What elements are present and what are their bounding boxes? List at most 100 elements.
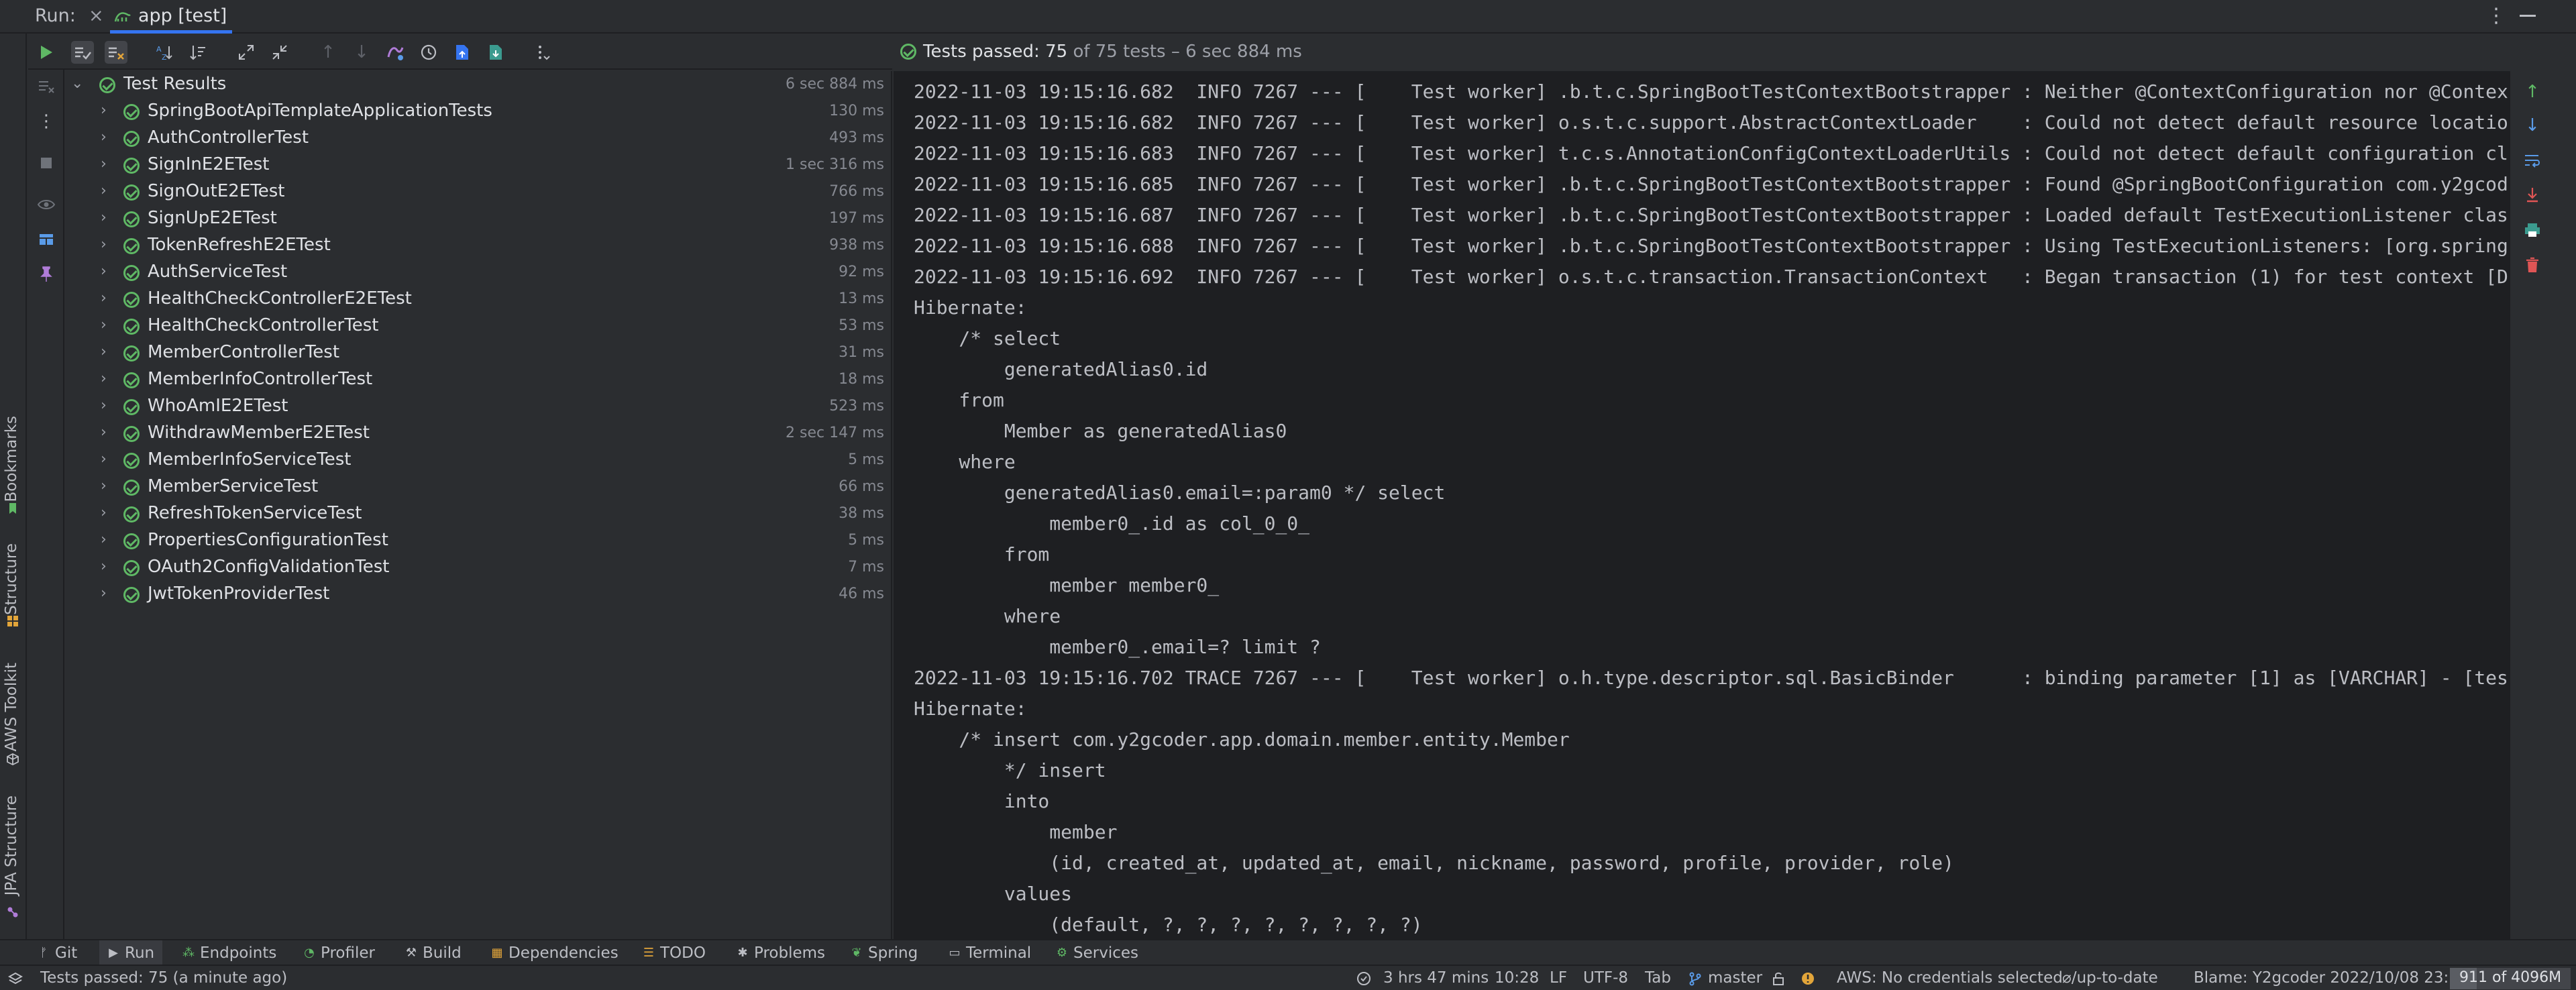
expand-all-button[interactable] — [235, 41, 258, 64]
test-class-row[interactable]: › AuthControllerTest 493 ms — [64, 125, 892, 152]
git-blame[interactable]: Blame: Y2gcoder 2022/10/08 23:51 — [2194, 969, 2469, 987]
test-class-row[interactable]: › SignOutE2ETest 766 ms — [64, 178, 892, 205]
caret-position[interactable]: 10:28 — [1495, 969, 1539, 987]
structure-tool-label[interactable]: Structure — [3, 543, 20, 615]
aws-credentials[interactable]: AWS: No credentials selected — [1837, 969, 2063, 987]
tab-endpoints[interactable]: ⁂ Endpoints — [182, 940, 276, 966]
chevron-down-icon[interactable]: ⌄ — [71, 75, 83, 92]
tab-profiler[interactable]: ◔ Profiler — [303, 940, 375, 966]
layout-button[interactable] — [36, 229, 56, 250]
git-branch[interactable]: master — [1708, 969, 1762, 987]
next-failed-button[interactable]: ↓ — [350, 41, 373, 64]
chevron-right-icon[interactable]: › — [101, 236, 107, 253]
chevron-right-icon[interactable]: › — [101, 504, 107, 521]
tab-build[interactable]: ⚒ Build — [405, 940, 462, 966]
chevron-right-icon[interactable]: › — [101, 209, 107, 226]
rerun-button[interactable] — [35, 41, 58, 64]
tab-terminal[interactable]: ▭ Terminal — [949, 940, 1031, 966]
chevron-right-icon[interactable]: › — [101, 317, 107, 333]
scroll-down-button[interactable]: ↓ — [2522, 115, 2542, 135]
soft-wrap-button[interactable] — [2522, 150, 2542, 170]
indent-setting[interactable]: Tab — [1645, 969, 1671, 987]
chevron-right-icon[interactable]: › — [101, 156, 107, 172]
chevron-right-icon[interactable]: › — [101, 531, 107, 548]
test-class-row[interactable]: › HealthCheckControllerTest 53 ms — [64, 313, 892, 339]
run-config-tab[interactable]: app [test] — [110, 0, 232, 34]
vcs-status[interactable]: ⌀/up-to-date — [2062, 969, 2158, 987]
show-passed-toggle[interactable] — [71, 41, 94, 64]
tab-dependencies[interactable]: ▦ Dependencies — [491, 940, 618, 966]
test-class-row[interactable]: › MemberServiceTest 66 ms — [64, 474, 892, 500]
layers-icon[interactable] — [8, 971, 23, 986]
clear-console-button[interactable] — [2522, 255, 2542, 275]
tab-spring[interactable]: ❦ Spring — [851, 940, 918, 966]
file-encoding[interactable]: UTF-8 — [1583, 969, 1628, 987]
test-class-row[interactable]: › SpringBootApiTemplateApplicationTests 13… — [64, 98, 892, 125]
chevron-right-icon[interactable]: › — [101, 263, 107, 280]
sort-by-duration-button[interactable] — [186, 41, 209, 64]
history-button[interactable] — [417, 41, 440, 64]
scroll-up-button[interactable]: ↑ — [2522, 82, 2542, 102]
test-class-row[interactable]: › SignInE2ETest 1 sec 316 ms — [64, 152, 892, 178]
chevron-right-icon[interactable]: › — [101, 370, 107, 387]
chevron-right-icon[interactable]: › — [101, 343, 107, 360]
chevron-right-icon[interactable]: › — [101, 424, 107, 441]
aws-toolkit-tool-label[interactable]: AWS Toolkit — [3, 663, 20, 752]
more-toolbar-options[interactable] — [533, 41, 555, 64]
time-tracked[interactable]: 3 hrs 47 mins — [1383, 969, 1489, 987]
test-class-row[interactable]: › HealthCheckControllerE2ETest 13 ms — [64, 286, 892, 313]
test-class-row[interactable]: › MemberControllerTest 31 ms — [64, 339, 892, 366]
console-output[interactable]: 2022-11-03 19:15:16.682 INFO 7267 --- [ … — [894, 71, 2509, 939]
jpa-structure-tool-label[interactable]: JPA Structure — [3, 795, 20, 895]
test-class-row[interactable]: › AuthServiceTest 92 ms — [64, 259, 892, 286]
test-class-row[interactable]: › WithdrawMemberE2ETest 2 sec 147 ms — [64, 420, 892, 447]
aws-cube-icon[interactable] — [6, 753, 19, 766]
structure-icon[interactable] — [6, 614, 19, 628]
test-class-row[interactable]: › PropertiesConfigurationTest 5 ms — [64, 527, 892, 554]
bookmarks-tool-label[interactable]: Bookmarks — [3, 416, 20, 502]
minimize-icon[interactable] — [2520, 15, 2536, 17]
tab-git[interactable]: ᚠ Git — [38, 940, 78, 966]
test-class-row[interactable]: › JwtTokenProviderTest 46 ms — [64, 581, 892, 608]
test-class-row[interactable]: › TokenRefreshE2ETest 938 ms — [64, 232, 892, 259]
chevron-right-icon[interactable]: › — [101, 102, 107, 119]
memory-indicator[interactable]: 911 of 4096M — [2450, 968, 2571, 989]
more-side-options[interactable]: ⋮ — [36, 111, 56, 131]
close-tab-icon[interactable]: × — [89, 5, 104, 26]
test-class-row[interactable]: › SignUpE2ETest 197 ms — [64, 205, 892, 232]
scroll-to-end-button[interactable] — [2522, 185, 2542, 205]
chevron-right-icon[interactable]: › — [101, 290, 107, 307]
import-results-button[interactable] — [484, 41, 507, 64]
previous-failed-button[interactable]: ↑ — [317, 41, 339, 64]
test-results-root[interactable]: ⌄ Test Results 6 sec 884 ms — [64, 71, 892, 98]
show-ignored-toggle[interactable] — [105, 41, 127, 64]
chevron-right-icon[interactable]: › — [101, 397, 107, 414]
toggle-visibility-button[interactable] — [36, 195, 56, 215]
stop-button[interactable] — [36, 153, 56, 173]
chevron-right-icon[interactable]: › — [101, 451, 107, 468]
test-class-row[interactable]: › WhoAmIE2ETest 523 ms — [64, 393, 892, 420]
collapse-all-button[interactable] — [268, 41, 291, 64]
chevron-right-icon[interactable]: › — [101, 129, 107, 146]
clear-all-button[interactable] — [36, 76, 56, 97]
tab-problems[interactable]: ✱ Problems — [737, 940, 825, 966]
aws-warning-icon[interactable] — [1801, 971, 1815, 986]
chevron-right-icon[interactable]: › — [101, 558, 107, 575]
tab-run[interactable]: ▶ Run — [99, 940, 163, 966]
unlock-icon[interactable] — [1771, 971, 1786, 986]
bookmarks-icon[interactable] — [6, 502, 19, 515]
test-class-row[interactable]: › MemberInfoControllerTest 18 ms — [64, 366, 892, 393]
more-options-icon[interactable]: ⋮ — [2486, 4, 2506, 28]
sort-alphabetically-button[interactable]: AZ — [153, 41, 176, 64]
tab-todo[interactable]: ☰ TODO — [643, 940, 706, 966]
line-separator[interactable]: LF — [1550, 969, 1567, 987]
export-results-button[interactable] — [451, 41, 474, 64]
test-class-row[interactable]: › MemberInfoServiceTest 5 ms — [64, 447, 892, 474]
chevron-right-icon[interactable]: › — [101, 585, 107, 602]
print-button[interactable] — [2522, 220, 2542, 240]
test-class-row[interactable]: › RefreshTokenServiceTest 38 ms — [64, 500, 892, 527]
import-tests-button[interactable] — [384, 41, 407, 64]
tab-services[interactable]: ⚙ Services — [1056, 940, 1138, 966]
status-message[interactable]: Tests passed: 75 (a minute ago) — [40, 969, 287, 987]
pin-tab-button[interactable] — [36, 264, 56, 284]
